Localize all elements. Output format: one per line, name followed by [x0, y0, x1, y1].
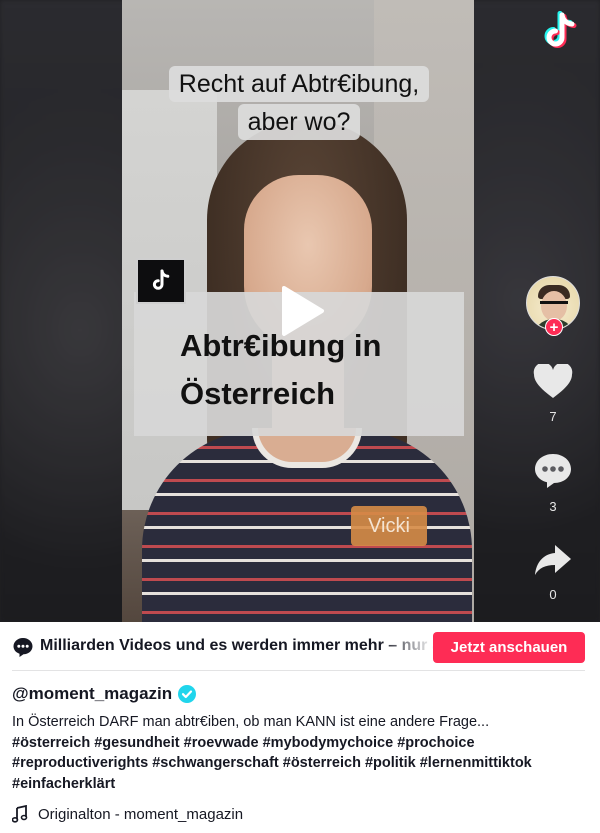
- verified-badge-icon: [178, 685, 197, 703]
- avatar-glasses: [540, 301, 568, 307]
- video-action-bar: + 7 3 0: [522, 276, 584, 602]
- heart-icon: [533, 362, 573, 398]
- share-count: 0: [549, 587, 557, 602]
- promo-banner: Milliarden Videos und es werden immer me…: [0, 622, 600, 672]
- author-username[interactable]: @moment_magazin: [12, 684, 172, 704]
- title-line-2: Österreich: [180, 376, 336, 411]
- comment-button[interactable]: 3: [522, 452, 584, 514]
- hashtags-line-1[interactable]: #österreich #gesundheit #roevwade #mybod…: [12, 733, 592, 754]
- video-player[interactable]: Recht auf Abtr€ibung, aber wo? Abtr€ibun…: [0, 0, 600, 622]
- hashtags-line-3[interactable]: #einfacherklärt: [12, 774, 592, 795]
- follow-plus-button[interactable]: +: [545, 318, 563, 336]
- description-text: In Österreich DARF man abtr€iben, ob man…: [12, 714, 490, 730]
- video-caption-top: Recht auf Abtr€ibung, aber wo?: [146, 66, 452, 142]
- sound-link[interactable]: Originalton - moment_magazin: [12, 805, 243, 823]
- like-button[interactable]: 7: [522, 362, 584, 424]
- tiktok-badge-icon: [136, 258, 186, 304]
- video-name-tag: Vicki: [351, 506, 427, 546]
- sound-name[interactable]: Originalton - moment_magazin: [38, 806, 243, 823]
- chat-bubble-icon: [13, 638, 33, 657]
- hashtags-line-2[interactable]: #reproductiverights #schwangerschaft #ös…: [12, 753, 592, 774]
- post-description: In Österreich DARF man abtr€iben, ob man…: [12, 712, 592, 794]
- author-row: @moment_magazin: [12, 684, 197, 704]
- like-count: 7: [549, 409, 557, 424]
- promo-text: Milliarden Videos und es werden immer me…: [40, 637, 435, 654]
- caption-line-2: aber wo?: [237, 104, 361, 140]
- open-app-button[interactable]: Jetzt anschauen: [433, 632, 585, 663]
- music-note-icon: [12, 805, 28, 823]
- comment-count: 3: [549, 499, 557, 514]
- comment-icon: [535, 454, 571, 488]
- share-icon: [535, 545, 571, 575]
- caption-line-1: Recht auf Abtr€ibung,: [168, 66, 430, 102]
- tiktok-logo-icon[interactable]: [541, 10, 583, 54]
- divider: [12, 670, 585, 671]
- share-button[interactable]: 0: [522, 542, 584, 602]
- play-icon[interactable]: [278, 284, 326, 338]
